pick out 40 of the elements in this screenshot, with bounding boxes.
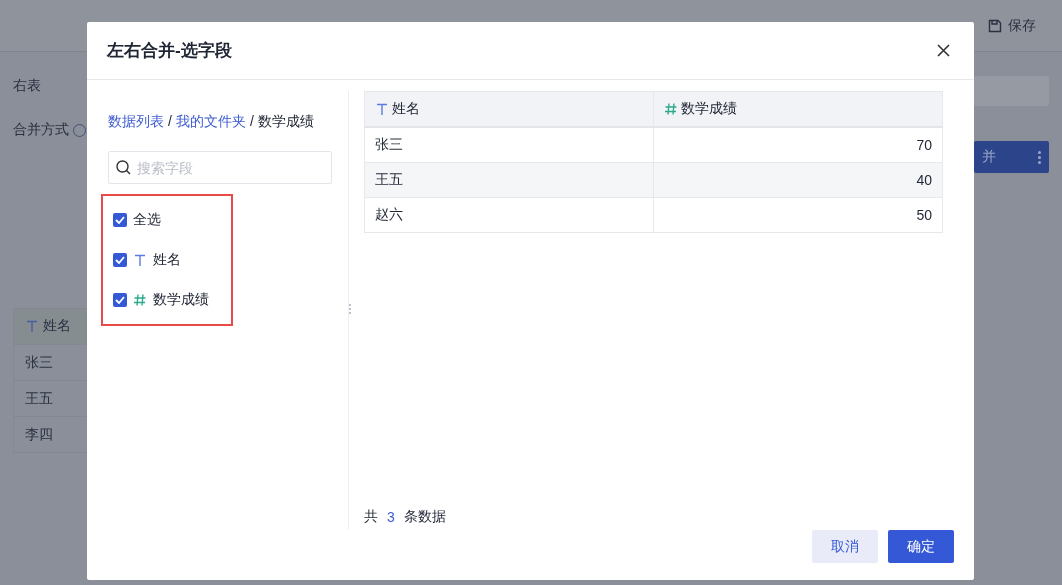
breadcrumb-current: 数学成绩 [257,113,314,131]
column-header: 数学成绩 [653,91,943,127]
text-type-icon [25,319,39,333]
table-cell: 70 [653,127,943,163]
checkbox[interactable] [113,293,127,307]
breadcrumb-link[interactable]: 数据列表 [108,113,164,131]
checkbox-label[interactable]: 全选 [133,211,161,229]
resize-handle-icon[interactable] [349,304,351,314]
table-cell: 张三 [364,127,654,163]
total-label: 条数据 [403,508,446,526]
table-cell: 50 [653,197,943,233]
breadcrumb-link[interactable]: 我的文件夹 [175,113,246,131]
text-type-icon [133,253,147,267]
input-field[interactable] [974,76,1049,106]
checkbox[interactable] [113,253,127,267]
merge-mode-label: 合并方式 [13,121,69,139]
more-icon [1038,150,1041,164]
close-icon [937,44,950,57]
total-label: 共 [364,508,378,526]
merge-button[interactable]: 并 [974,141,1049,173]
search-field[interactable]: 搜索字段 [108,151,332,184]
number-type-icon [664,101,678,116]
row-count: 3 [387,509,395,525]
dialog-title: 左右合并-选字段 [107,40,232,62]
checkbox[interactable] [113,213,127,227]
checkbox-label[interactable]: 姓名 [153,251,181,269]
save-icon [988,18,1002,33]
breadcrumb-separator: / [168,113,172,131]
table-cell: 赵六 [364,197,654,233]
number-type-icon [133,293,147,307]
cancel-button[interactable]: 取消 [812,530,878,563]
confirm-button[interactable]: 确定 [888,530,954,563]
breadcrumb-separator: / [249,113,254,131]
checkbox-label[interactable]: 数学成绩 [153,291,209,309]
table-cell: 王五 [364,162,654,198]
column-header: 姓名 [364,91,654,127]
table-cell: 40 [653,162,943,198]
right-table-label: 右表 [13,77,41,95]
text-type-icon [375,101,389,116]
save-button[interactable]: 保存 [988,16,1036,35]
